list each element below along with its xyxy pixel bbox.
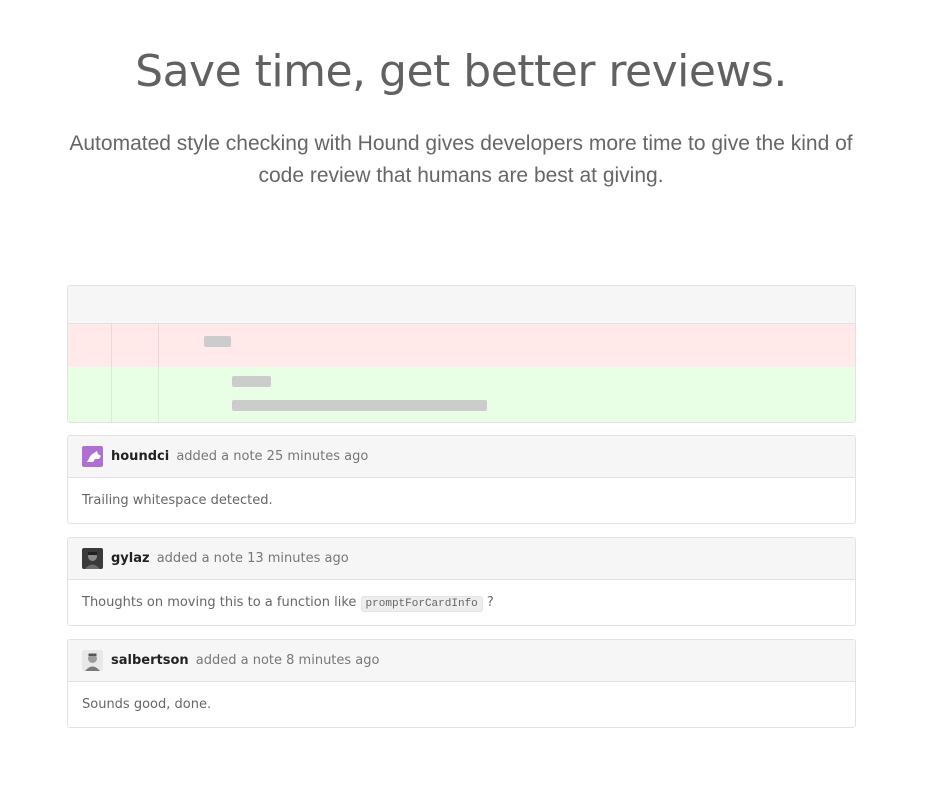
comment-header: gylaz added a note 13 minutes ago (68, 538, 855, 580)
comment-body: Trailing whitespace detected. (68, 478, 855, 523)
comment-body: Thoughts on moving this to a function li… (68, 580, 855, 625)
comment-timestamp: added a note 13 minutes ago (156, 551, 349, 566)
removed-code-placeholder (204, 336, 231, 347)
added-code-placeholder (232, 400, 487, 411)
comment-timestamp: added a note 8 minutes ago (195, 653, 380, 668)
added-code-placeholder (232, 376, 271, 387)
comment-text: Trailing whitespace detected. (82, 493, 273, 508)
comment-text-after: ? (486, 595, 494, 610)
review-comment: salbertson added a note 8 minutes ago So… (67, 639, 856, 728)
comment-author[interactable]: houndci (111, 449, 169, 464)
comment-meta: gylaz added a note 13 minutes ago (111, 550, 349, 567)
comment-timestamp: added a note 25 minutes ago (176, 449, 369, 464)
diff-gutter-divider (158, 324, 159, 422)
page-subtitle: Automated style checking with Hound give… (69, 132, 853, 187)
diff-added-lines (68, 367, 855, 422)
comment-text: Thoughts on moving this to a function li… (82, 594, 494, 613)
comment-author[interactable]: gylaz (111, 551, 150, 566)
comment-text-before: Thoughts on moving this to a function li… (82, 595, 357, 610)
review-comment: houndci added a note 25 minutes ago Trai… (67, 435, 856, 524)
comment-text: Sounds good, done. (82, 697, 212, 712)
comment-header: houndci added a note 25 minutes ago (68, 436, 855, 478)
diff-header (68, 286, 855, 324)
comment-meta: salbertson added a note 8 minutes ago (111, 652, 379, 669)
diff-removed-line (68, 324, 855, 367)
review-comment: gylaz added a note 13 minutes ago Though… (67, 537, 856, 626)
comment-meta: houndci added a note 25 minutes ago (111, 448, 368, 465)
comment-author[interactable]: salbertson (111, 653, 189, 668)
user-photo-icon[interactable] (82, 650, 103, 671)
comment-header: salbertson added a note 8 minutes ago (68, 640, 855, 682)
diff-preview (67, 285, 856, 423)
inline-code: promptForCardInfo (360, 596, 483, 612)
comment-body: Sounds good, done. (68, 682, 855, 727)
hound-logo-icon[interactable] (82, 446, 103, 467)
page-title: Save time, get better reviews. (135, 46, 787, 97)
user-photo-icon[interactable] (82, 548, 103, 569)
diff-gutter-divider (111, 324, 112, 422)
